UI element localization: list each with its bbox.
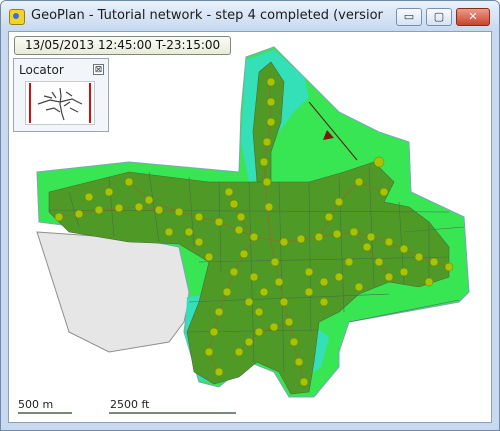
minimize-icon: ▭ [403, 10, 415, 23]
locator-thumbnail [29, 83, 91, 123]
locator-overview[interactable] [25, 81, 95, 125]
time-display: 13/05/2013 12:45:00 T-23:15:00 [14, 36, 232, 55]
map-canvas[interactable]: 13/05/2013 12:45:00 T-23:15:00 Locator ⊠… [8, 31, 492, 423]
locator-panel[interactable]: Locator ⊠ [13, 58, 109, 132]
window-title: GeoPlan - Tutorial network - step 4 comp… [31, 8, 383, 23]
app-icon[interactable] [9, 9, 25, 25]
scale-label-imperial: 2500 ft [110, 398, 150, 411]
locator-close-icon[interactable]: ⊠ [93, 64, 104, 75]
scale-bar-imperial [109, 412, 236, 414]
minimize-button[interactable]: ▭ [396, 8, 422, 26]
close-button[interactable]: ✕ [456, 8, 490, 26]
locator-network-sketch [37, 87, 83, 121]
scale-label-metric: 500 m [18, 398, 54, 411]
geoplan-window: GeoPlan - Tutorial network - step 4 comp… [0, 0, 500, 431]
close-icon: ✕ [468, 10, 478, 23]
title-bar[interactable]: GeoPlan - Tutorial network - step 4 comp… [1, 1, 499, 31]
maximize-button[interactable]: ▢ [426, 8, 452, 26]
locator-title: Locator [19, 63, 64, 77]
scale-bar-metric [18, 412, 72, 414]
grey-area [36, 231, 195, 353]
maximize-icon: ▢ [433, 10, 445, 23]
